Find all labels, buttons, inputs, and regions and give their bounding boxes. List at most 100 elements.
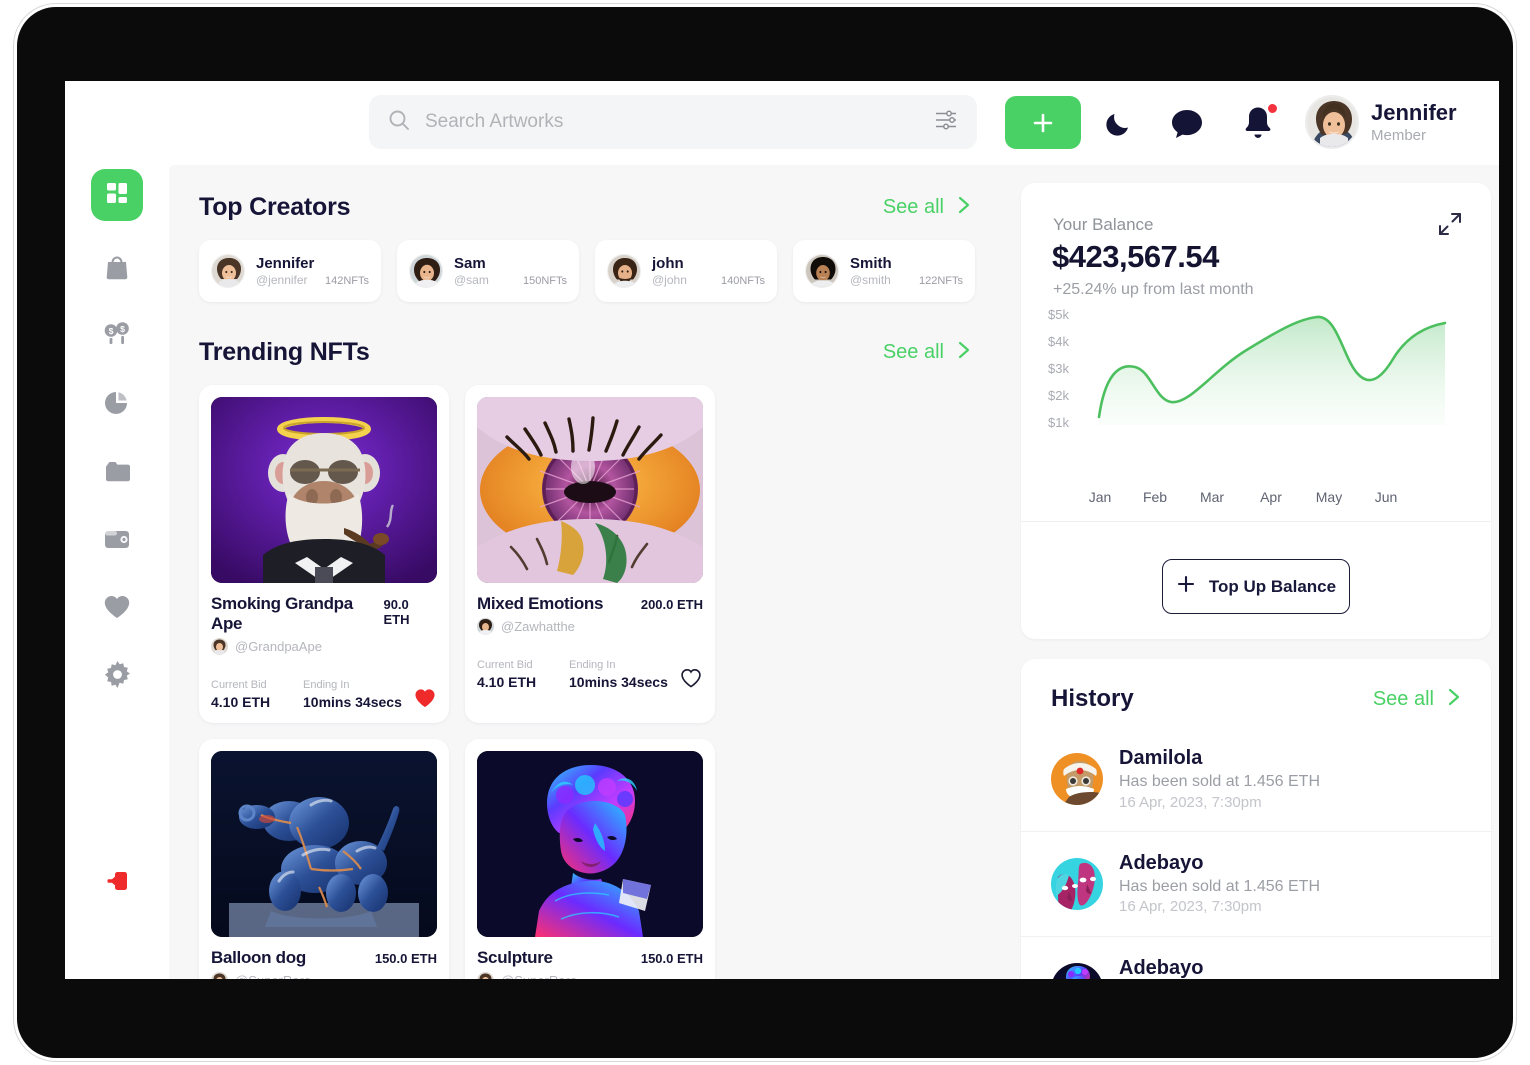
nft-card[interactable]: Sculpture 150.0 ETH @SuperRare Current B… [465,738,715,980]
folder-icon [103,458,131,489]
nft-price: 150.0 ETH [374,950,437,966]
avatar [477,971,494,979]
bag-icon [103,253,131,286]
history-item[interactable]: Adebayo Has been sold at 1.456 ETH 16 Ap… [1021,935,1491,979]
nft-owner: @GrandpaApe [235,639,322,654]
history-item[interactable]: Adebayo Has been sold at 1.456 ETH 16 Ap… [1021,830,1491,936]
sidebar-item-dashboard[interactable] [91,169,143,221]
current-bid-label: Current Bid [477,659,533,671]
main-content: Top Creators See all Jennifer @jennifer … [169,165,1499,979]
nft-title: Sculpture [477,947,553,967]
heart-icon [103,594,131,625]
bell-icon[interactable] [1239,102,1279,143]
grid-icon [104,180,130,211]
search-bar[interactable] [369,95,977,149]
search-icon [387,108,411,137]
x-tick: Mar [1199,489,1225,505]
like-button[interactable] [679,666,703,690]
top-creators-see-all[interactable]: See all [883,195,971,220]
avatar [477,618,494,635]
history-action: Has been sold at 1.456 ETH [1119,877,1321,895]
nft-title: Balloon dog [211,947,306,967]
trending-title: Trending NFTs [199,338,370,366]
chevron-right-icon [957,195,971,220]
nft-card[interactable]: Balloon dog 150.0 ETH @SuperRare Current… [199,738,449,979]
avatar [211,638,228,655]
creator-card[interactable]: Jennifer @jennifer 142NFTs [199,240,381,302]
creator-name: Sam [454,254,486,272]
x-tick: Jun [1374,489,1398,505]
nft-owner: @Zawhatthe [501,619,575,634]
creator-name: Smith [850,254,892,272]
current-bid: Current Bid 4.10 ETH [477,657,569,690]
creator-card[interactable]: Smith @smith 122NFTs [793,240,975,302]
history-name: Adebayo [1119,851,1204,874]
y-tick: $1k [1048,415,1069,430]
creator-name: john [652,254,684,272]
profile-menu[interactable]: Jennifer Member [1305,95,1457,149]
gear-icon [104,661,131,693]
ending-in-label: Ending In [303,679,350,691]
sidebar-item-wallet[interactable] [91,515,143,567]
top-up-label: Top Up Balance [1208,576,1337,596]
history-name: Damilola [1119,747,1203,769]
sliders-icon[interactable] [933,107,959,138]
sidebar-item-bids[interactable]: $ $ [91,311,143,363]
x-tick: May [1315,489,1343,505]
add-button[interactable] [1005,96,1081,149]
like-button[interactable] [413,686,437,710]
sidebar-item-marketplace[interactable] [91,243,143,295]
sidebar-item-favourites[interactable] [91,583,143,635]
left-column: Top Creators See all Jennifer @jennifer … [169,165,1005,979]
history-item[interactable]: Damilola Has been sold at 1.456 ETH 16 A… [1021,727,1491,831]
ending-in-value: 10mins 34secs [569,673,668,690]
sidebar-item-stats[interactable] [91,379,143,431]
sidebar-item-settings[interactable] [91,651,143,703]
creator-handle: @jennifer [256,273,308,288]
avatar [607,254,641,288]
chat-icon[interactable] [1169,106,1205,142]
svg-text:$: $ [109,326,114,336]
app-screen: Jennifer Member [65,81,1499,979]
creator-card[interactable]: john @john 140NFTs [595,240,777,302]
current-bid-label: Current Bid [211,679,267,691]
creator-card[interactable]: Sam @sam 150NFTs [397,240,579,302]
balance-panel: Your Balance $423,567.54 +25.24% up from… [1021,183,1491,639]
notification-dot [1266,102,1279,115]
nft-title: Mixed Emotions [477,594,604,613]
money-icon: $ $ [102,321,132,354]
nft-card[interactable]: Smoking Grandpa Ape 90.0 ETH @GrandpaApe… [199,385,449,723]
y-tick: $4k [1048,334,1069,349]
history-time: 16 Apr, 2023, 7:30pm [1119,793,1262,811]
creator-handle: @john [652,273,687,288]
avatar [1305,95,1359,149]
wallet-icon [103,527,131,556]
expand-icon[interactable] [1437,211,1463,237]
sidebar-item-files[interactable] [91,447,143,499]
plus-icon [1176,574,1196,599]
profile-name: Jennifer [1371,100,1457,126]
creator-handle: @smith [850,273,891,288]
avatar [1051,962,1103,979]
creator-nft-count: 150NFTs [522,275,567,288]
creator-nft-count: 140NFTs [720,275,765,288]
trending-see-all[interactable]: See all [883,340,971,365]
pie-chart-icon [103,389,131,422]
history-time: 16 Apr, 2023, 7:30pm [1119,898,1262,916]
history-title: History [1051,685,1134,712]
nft-owner: @SuperRare [501,973,577,980]
y-tick: $3k [1048,361,1069,376]
moon-icon[interactable] [1101,105,1137,141]
chevron-right-icon [1447,687,1461,712]
top-up-balance-button[interactable]: Top Up Balance [1162,559,1350,614]
ending-in: Ending In 10mins 34secs [569,657,679,690]
ending-in-label: Ending In [569,659,616,671]
balance-chart: $5k $4k $3k $2k $1k Jan Feb Mar Apr May … [1035,307,1477,511]
nft-card[interactable]: Mixed Emotions 200.0 ETH @Zawhatthe Curr… [465,385,715,723]
sidebar-item-logout[interactable] [91,857,143,909]
nft-artwork-neon-bust [477,750,703,937]
history-see-all[interactable]: See all [1373,687,1461,712]
logout-icon [103,868,131,899]
creator-nft-count: 122NFTs [918,275,963,288]
search-input[interactable] [425,111,933,133]
